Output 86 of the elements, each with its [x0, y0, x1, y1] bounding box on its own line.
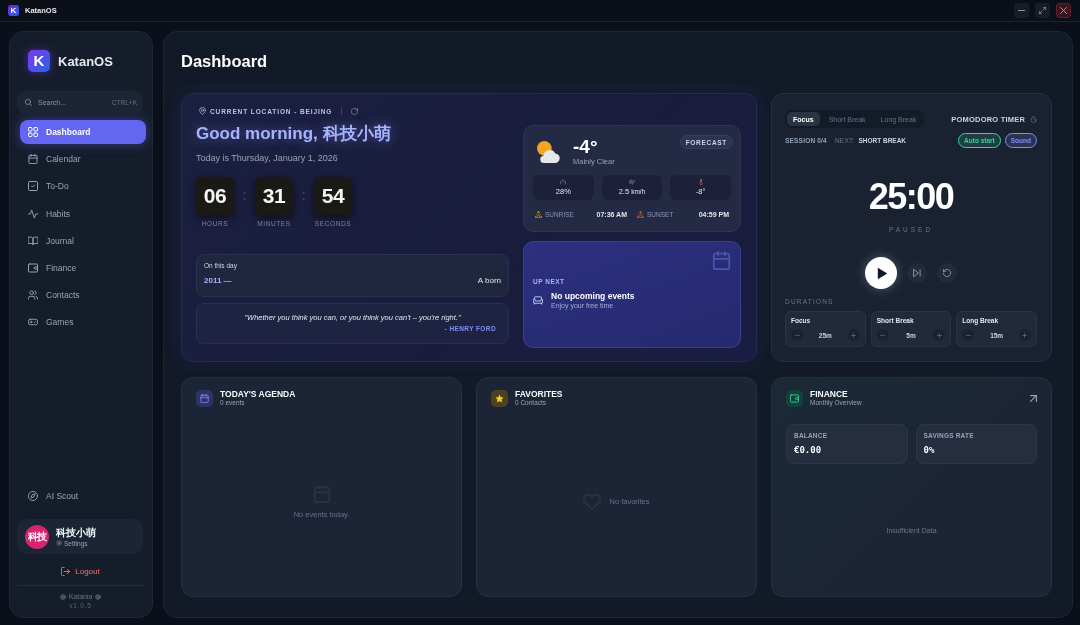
calendar-icon — [28, 154, 38, 165]
ring-icon — [95, 593, 102, 600]
ring-icon — [59, 593, 66, 600]
stat-value: 0% — [923, 445, 936, 455]
sofa-icon — [533, 296, 543, 305]
increase-button[interactable] — [933, 329, 946, 341]
increase-button[interactable] — [847, 329, 860, 341]
logout-button[interactable]: Logout — [57, 563, 104, 579]
date-text: Today is Thursday, January 1, 2026 — [196, 152, 339, 164]
minus-icon — [880, 332, 886, 338]
minus-icon — [965, 332, 971, 338]
thermometer-icon — [697, 179, 704, 185]
nav-item[interactable]: Journal — [20, 228, 146, 253]
logout-icon — [61, 566, 71, 576]
nav-item[interactable]: Finance — [20, 255, 146, 280]
book-icon — [28, 235, 38, 246]
event-title: No upcoming events — [551, 291, 635, 301]
compass-icon — [28, 491, 38, 501]
pin-icon — [199, 107, 206, 115]
plus-icon — [936, 332, 942, 338]
refresh-icon[interactable] — [351, 107, 359, 115]
people-icon — [28, 290, 38, 301]
maximize-button[interactable] — [1035, 3, 1050, 18]
wallet-icon — [786, 389, 803, 407]
stopwatch-icon — [1030, 115, 1037, 123]
minimize-icon — [1018, 7, 1025, 14]
reset-button[interactable] — [937, 263, 957, 283]
play-icon — [876, 266, 888, 280]
clock-digits: 06 — [196, 177, 234, 215]
nav-item[interactable]: Dashboard — [20, 120, 146, 144]
calendar-icon — [196, 389, 213, 407]
pulse-icon — [28, 208, 38, 219]
user-name: 科技小萌 — [56, 526, 96, 539]
greeting-text: Good morning, 科技小萌 — [196, 124, 392, 144]
minus-icon — [794, 332, 800, 338]
skip-icon — [913, 269, 921, 277]
card-title: TODAY'S AGENDA — [220, 389, 296, 399]
brand-name: KatanOS — [58, 53, 113, 69]
wind-icon — [629, 179, 635, 185]
skip-button[interactable] — [907, 263, 927, 283]
card-title: FAVORITES — [515, 389, 563, 399]
gear-icon — [56, 540, 62, 546]
separator-dots-icon — [302, 190, 305, 202]
clock-digits: 31 — [255, 177, 293, 215]
sunset-icon — [637, 211, 644, 218]
nav-item[interactable]: Habits — [20, 201, 146, 226]
page-title: Dashboard — [181, 51, 269, 71]
history-year: 2011 — — [204, 276, 232, 285]
card-title: FINANCE — [810, 389, 849, 399]
gauge-icon — [560, 179, 567, 185]
minimize-button[interactable] — [1014, 3, 1029, 18]
plus-icon — [1022, 332, 1028, 338]
separator-dots-icon — [243, 190, 246, 202]
stat-value: €0.00 — [794, 445, 823, 455]
plus-icon — [851, 332, 857, 338]
maximize-icon — [1039, 7, 1046, 14]
app-logo: K — [8, 5, 19, 16]
nav-item[interactable]: AI Scout — [20, 484, 146, 508]
nav-item[interactable]: To-Do — [20, 174, 146, 199]
grid-icon — [28, 127, 38, 137]
decrease-button[interactable] — [791, 329, 803, 341]
increase-button[interactable] — [1018, 329, 1031, 341]
clock-digits: 54 — [314, 177, 352, 215]
sunrise-icon — [535, 211, 542, 218]
app-logo: K — [28, 50, 50, 72]
gamepad-icon — [28, 317, 38, 328]
nav-item[interactable]: Contacts — [20, 283, 146, 308]
wallet-icon — [28, 262, 38, 273]
history-text: A born — [477, 276, 501, 285]
close-button[interactable] — [1056, 3, 1071, 18]
temperature-text: -4° — [573, 137, 599, 157]
decrease-button[interactable] — [962, 329, 975, 341]
reset-icon — [943, 269, 951, 277]
calendar-icon — [712, 251, 731, 270]
checkbox-icon — [28, 181, 38, 192]
nav-item[interactable]: Calendar — [20, 147, 146, 172]
close-icon — [1060, 7, 1067, 14]
search-icon — [25, 99, 32, 106]
sun-cloud-icon — [536, 140, 561, 164]
avatar: 科技 — [25, 524, 49, 549]
timer-display: 25:00 — [867, 177, 955, 217]
decrease-button[interactable] — [876, 329, 889, 341]
arrow-icon[interactable] — [1030, 394, 1037, 402]
nav-item[interactable]: Games — [20, 310, 146, 335]
play-button[interactable] — [865, 257, 897, 289]
star-icon — [491, 389, 508, 407]
